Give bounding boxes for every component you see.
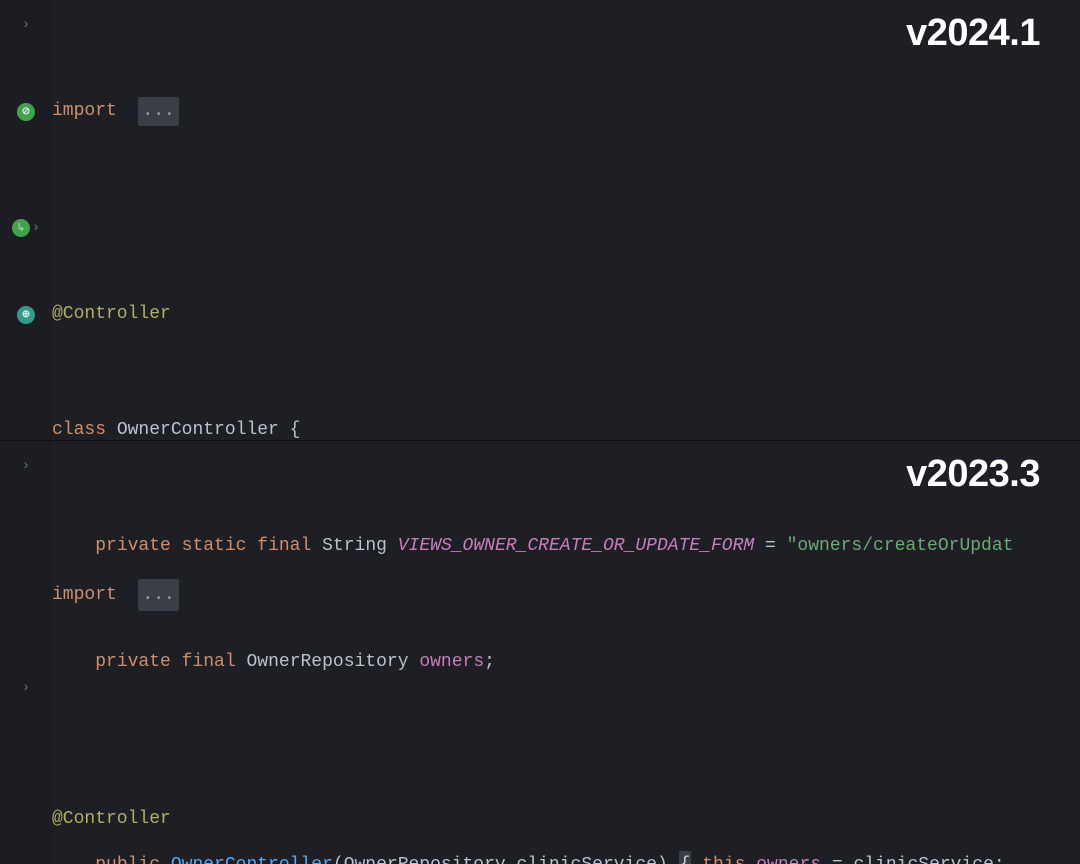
- annotation: @Controller: [52, 300, 171, 329]
- class-gutter-icon[interactable]: ⊘: [0, 97, 52, 126]
- fold-chevron[interactable]: ›: [0, 451, 52, 480]
- blank-line: [52, 184, 1080, 213]
- editor-pane-top: v2024.1 › ⊘ ↳› ⊕ import ... @Controller …: [0, 0, 1080, 440]
- fold-chevron[interactable]: ›: [0, 673, 52, 702]
- code-line: @Controller: [52, 300, 1080, 329]
- ctor-gutter-icon[interactable]: ↳›: [0, 213, 52, 242]
- code-line: import ...: [52, 579, 1080, 611]
- no-entry-icon: ⊘: [17, 103, 35, 121]
- gutter-top: › ⊘ ↳› ⊕: [0, 0, 52, 440]
- gutter-bottom: › ›: [0, 441, 52, 864]
- import-fold[interactable]: ...: [138, 579, 178, 611]
- import-keyword: import: [52, 97, 117, 126]
- code-line: @Controller: [52, 803, 1080, 835]
- run-icon: ↳: [12, 219, 30, 237]
- import-fold[interactable]: ...: [138, 97, 178, 126]
- code-line: import ...: [52, 97, 1080, 126]
- blank-line: [52, 675, 1080, 707]
- web-gutter-icon[interactable]: ⊕: [0, 300, 52, 329]
- version-label-bottom: v2023.3: [906, 453, 1040, 496]
- code-area-bottom[interactable]: .bottom-half .line{height:32px;} .bottom…: [52, 441, 1080, 864]
- version-label-top: v2024.1: [906, 12, 1040, 55]
- fold-chevron[interactable]: ›: [0, 10, 52, 39]
- globe-icon: ⊕: [17, 306, 35, 324]
- editor-pane-bottom: v2023.3 › › .bottom-half .line{height:32…: [0, 440, 1080, 864]
